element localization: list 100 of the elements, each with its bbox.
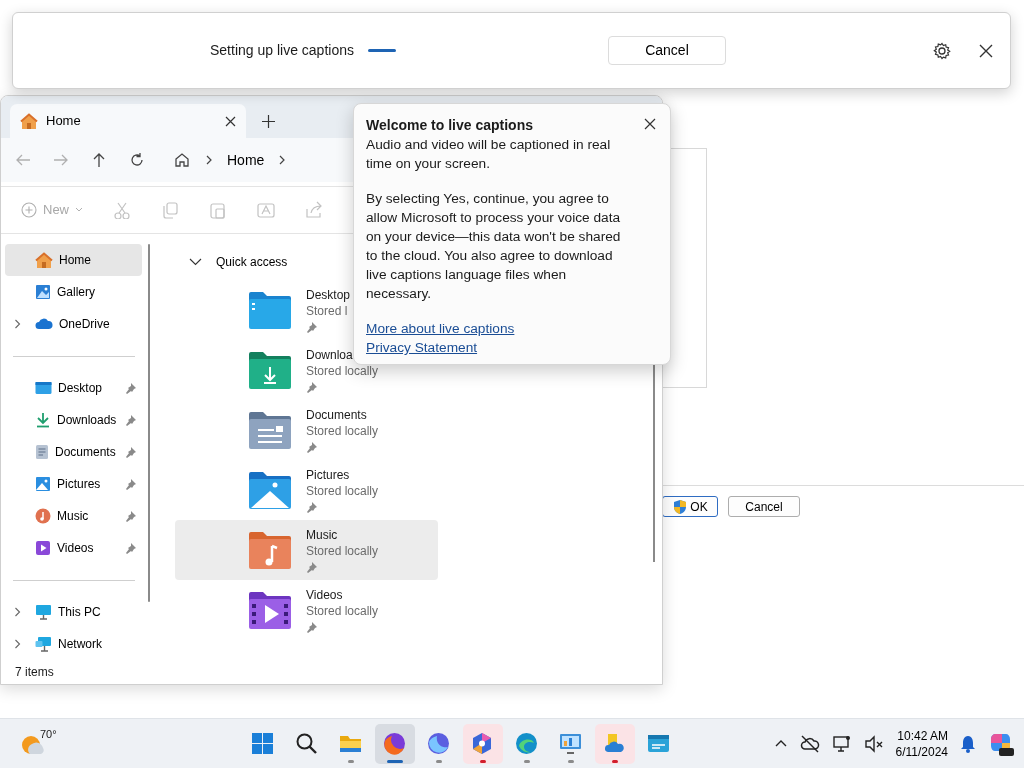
folder-location: Stored locally xyxy=(306,603,379,619)
globe-icon xyxy=(382,731,408,756)
popup-title: Welcome to live captions xyxy=(366,116,533,135)
arrow-left-icon xyxy=(15,152,31,168)
document-icon xyxy=(35,444,49,460)
folder-location: Stored locally xyxy=(306,483,379,499)
folder-location: Stored locally xyxy=(306,423,379,439)
folder-location: Stored locally xyxy=(306,363,379,379)
tray-button[interactable] xyxy=(799,733,820,754)
clock[interactable]: 10:42 AM 6/11/2024 xyxy=(895,727,948,760)
close-icon xyxy=(979,43,993,58)
folder-location: Stored locally xyxy=(306,543,379,559)
download-icon xyxy=(35,412,51,428)
monitor-icon xyxy=(831,733,852,754)
up-button[interactable] xyxy=(91,152,107,168)
speaker-muted-icon xyxy=(863,733,884,754)
tray-button[interactable] xyxy=(863,733,884,754)
wave-icon xyxy=(514,731,540,756)
folder-name: Documents xyxy=(306,407,368,423)
cloud-icon xyxy=(799,733,820,754)
sidebar-item[interactable]: Network xyxy=(5,628,142,660)
share-icon xyxy=(305,201,323,219)
close-icon xyxy=(225,115,236,127)
chevron-icon xyxy=(278,155,287,165)
image-icon xyxy=(35,284,51,300)
caret-icon xyxy=(75,207,83,213)
folder-name: Music xyxy=(306,527,339,543)
tray-button[interactable] xyxy=(773,739,788,748)
notification-button[interactable] xyxy=(960,734,976,753)
breadcrumb[interactable]: Home xyxy=(227,149,265,171)
close-button[interactable] xyxy=(644,118,656,130)
scissors-icon xyxy=(113,201,131,219)
chevron-icon[interactable] xyxy=(14,319,21,329)
arrow-up-icon xyxy=(91,152,107,168)
folder-icon xyxy=(248,590,292,630)
link[interactable]: Privacy Statement xyxy=(366,338,478,357)
tab[interactable]: Home xyxy=(10,104,246,138)
plus-icon xyxy=(261,114,275,128)
folder-icon xyxy=(248,410,292,450)
bell-icon xyxy=(960,734,976,753)
folder-icon xyxy=(248,290,292,330)
status-text: Setting up live captions xyxy=(210,41,354,60)
arrow-right-icon xyxy=(53,152,69,168)
house-icon xyxy=(35,251,53,269)
refresh-icon xyxy=(129,152,145,168)
sidebar-item[interactable]: Pictures xyxy=(5,468,142,500)
folder-icon xyxy=(248,530,292,570)
folder-icon xyxy=(248,350,292,390)
cancel-button[interactable]: Cancel xyxy=(608,36,726,65)
video-icon xyxy=(35,540,51,556)
close-icon xyxy=(644,118,656,130)
sidebar-item[interactable]: Music xyxy=(5,500,142,532)
temperature: 70° xyxy=(40,726,57,742)
shield-icon xyxy=(672,498,689,515)
sidebar-item[interactable]: Documents xyxy=(5,436,142,468)
sidebar-item[interactable]: Desktop xyxy=(5,372,142,404)
section-header[interactable]: Quick access xyxy=(175,246,294,278)
plus-icon xyxy=(21,202,37,218)
dialog-button[interactable]: OK xyxy=(662,496,718,517)
chevron-up-icon xyxy=(773,739,788,748)
windows-logo-icon xyxy=(250,731,276,756)
sidebar-item[interactable]: Videos xyxy=(5,532,142,564)
paragraph: By selecting Yes, continue, you agree to allow Microsoft to process your voice data on your device—this data won't be shared to the cloud. You also agree to download live captions language files when necessary. xyxy=(366,190,622,303)
sidebar-item[interactable]: Gallery xyxy=(5,276,142,308)
paragraph: Audio and video will be captioned in real time on your screen. xyxy=(366,136,612,173)
folder-name: Pictures xyxy=(306,467,351,483)
copy-icon xyxy=(161,201,179,219)
chevron-icon[interactable] xyxy=(14,607,21,617)
folder-tile[interactable]: Music Stored locally xyxy=(175,520,438,580)
sidebar-item[interactable]: Downloads xyxy=(5,404,142,436)
house-icon xyxy=(20,112,38,130)
music-icon xyxy=(35,508,51,524)
progress-indicator xyxy=(368,49,396,52)
tray-button[interactable] xyxy=(831,733,852,754)
folder-name: Videos xyxy=(306,587,344,603)
monitor-icon xyxy=(558,731,584,756)
cloud-icon xyxy=(35,318,53,330)
folder-icon xyxy=(35,381,52,395)
refresh-button[interactable] xyxy=(129,152,145,168)
rename-icon xyxy=(257,201,275,219)
status-text: 7 items xyxy=(14,664,55,681)
monitor-icon xyxy=(35,604,52,620)
folder-location: Stored l xyxy=(306,303,349,319)
house-icon xyxy=(173,151,191,169)
folder-icon xyxy=(248,470,292,510)
scrollbar[interactable] xyxy=(148,244,150,602)
home-button[interactable] xyxy=(173,151,191,169)
sidebar-item[interactable]: This PC xyxy=(5,596,142,628)
globe-icon xyxy=(426,731,452,756)
chevron-icon xyxy=(205,155,213,165)
sidebar-item[interactable]: OneDrive xyxy=(5,308,142,340)
network-icon xyxy=(35,636,52,652)
dialog-button[interactable]: Cancel xyxy=(728,496,800,517)
sidebar-item[interactable]: Home xyxy=(5,244,142,276)
settings-button[interactable] xyxy=(933,41,951,60)
folder-name: Desktop xyxy=(306,287,351,303)
close-button[interactable] xyxy=(979,43,993,58)
chevron-icon[interactable] xyxy=(14,639,21,649)
settings-icon xyxy=(933,41,951,60)
link[interactable]: More about live captions xyxy=(366,319,515,338)
